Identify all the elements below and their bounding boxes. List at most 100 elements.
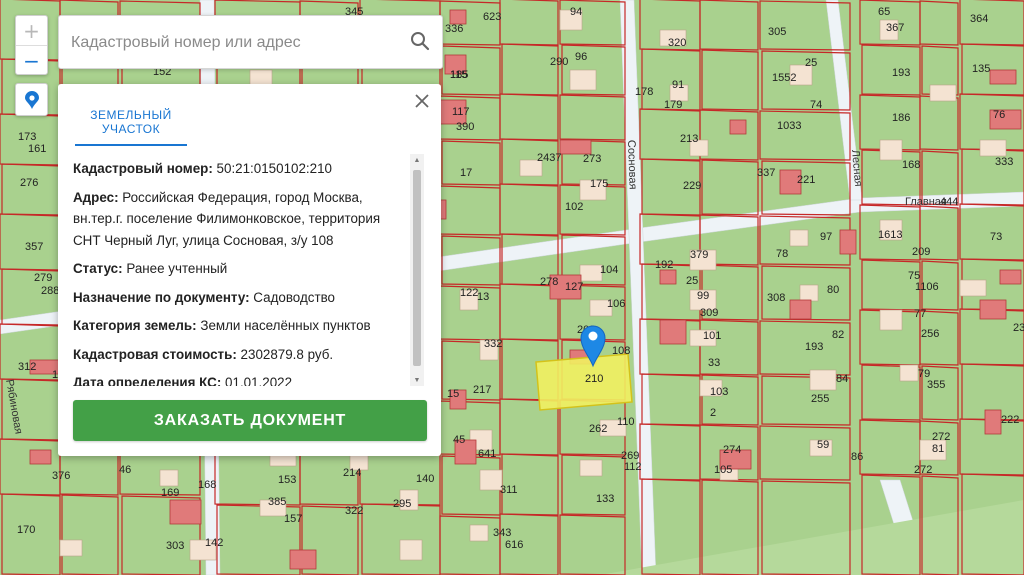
house-footprint [789, 229, 809, 247]
close-button[interactable] [411, 90, 433, 112]
house-footprint [159, 469, 179, 487]
parcel-number-label: 272 [932, 431, 950, 443]
house-footprint [899, 364, 919, 382]
building-footprint [729, 119, 747, 135]
minus-icon: − [23, 48, 40, 73]
parcel-number-label: 209 [912, 246, 930, 258]
parcel-number-label: 192 [655, 259, 673, 271]
parcel-number-label: 80 [827, 284, 839, 296]
parcel-number-label: 77 [914, 308, 926, 320]
zoom-out-button[interactable]: − [16, 45, 47, 75]
house-footprint [879, 139, 903, 161]
status-row: Статус: Ранее учтенный [73, 258, 408, 280]
building-footprint [979, 299, 1007, 320]
parcel-number-label: 272 [914, 464, 932, 476]
parcel-number-label: 33 [708, 357, 720, 369]
parcel-number-label: 357 [25, 241, 43, 253]
parcel-number-label: 274 [723, 444, 741, 456]
parcel-number-label: 96 [575, 51, 587, 63]
parcel-number-label: 59 [817, 439, 829, 451]
selected-parcel-210[interactable] [535, 353, 633, 411]
parcel-number-label: 73 [990, 231, 1002, 243]
parcel-number-label: 623 [483, 11, 501, 23]
parcel-number-label: 312 [18, 361, 36, 373]
parcel-number-label: 2437 [537, 152, 561, 164]
parcel-info-popup: ЗЕМЕЛЬНЫЙ УЧАСТОК Кадастровый номер: 50:… [58, 84, 441, 456]
parcel-number-label: 364 [970, 13, 988, 25]
street-label-sosnovaya: Сосновая [625, 140, 639, 190]
search-icon[interactable] [410, 31, 430, 56]
parcel-number-label: 81 [932, 443, 944, 455]
land-category-row: Категория земель: Земли населённых пункт… [73, 315, 408, 337]
parcel-number-label: 82 [832, 329, 844, 341]
parcel-number-label: 161 [28, 143, 46, 155]
tab-land-parcel[interactable]: ЗЕМЕЛЬНЫЙ УЧАСТОК [75, 108, 187, 136]
parcel-number-label: 1106 [915, 281, 939, 293]
parcel-number-label: 153 [278, 474, 296, 486]
parcel-number-label: 74 [810, 99, 822, 111]
parcel-number-label: 91 [672, 79, 684, 91]
parcel-number-label: 320 [668, 37, 686, 49]
building-footprint [659, 269, 677, 285]
parcel-number-label: 179 [664, 99, 682, 111]
search-input[interactable] [69, 29, 403, 57]
parcel-number-label: 237 [1013, 322, 1024, 334]
parcel-number-label: 101 [703, 330, 721, 342]
parcel-number-label: 385 [268, 496, 286, 508]
scroll-down-icon[interactable]: ▼ [410, 374, 424, 386]
parcel-number-label: 309 [700, 307, 718, 319]
details-scrollbar[interactable]: ▲ ▼ [410, 154, 424, 386]
parcel-number-label: 99 [697, 290, 709, 302]
parcel-number-label: 46 [119, 464, 131, 476]
parcel-number-label: 157 [284, 513, 302, 525]
scrollbar-thumb[interactable] [413, 170, 421, 366]
parcel-number-label: 115 [450, 69, 468, 81]
street-label-glavnaya: Главная [905, 196, 947, 208]
zoom-in-button[interactable]: + [16, 16, 47, 45]
parcel-number-label: 390 [456, 121, 474, 133]
parcel-number-label: 108 [612, 345, 630, 357]
house-footprint [809, 369, 837, 391]
land-category-value: Земли населённых пунктов [200, 318, 371, 333]
parcel-number-label: 229 [683, 180, 701, 192]
parcel-number-label: 105 [714, 464, 732, 476]
parcel-number-label: 13 [477, 291, 489, 303]
parcel-number-label: 308 [767, 292, 785, 304]
parcel-number-label: 173 [18, 131, 36, 143]
parcel-number-label: 217 [473, 384, 491, 396]
map-pin-icon [24, 90, 39, 109]
parcel-number-label: 303 [166, 540, 184, 552]
parcel-number-label: 193 [805, 341, 823, 353]
parcel-number-label: 78 [776, 248, 788, 260]
parcel-number-label: 135 [972, 63, 990, 75]
parcel-number-label: 311 [500, 484, 518, 496]
parcel-number-label: 84 [836, 373, 848, 385]
house-footprint [979, 139, 1007, 157]
field-label: Назначение по документу: [73, 289, 250, 305]
parcel-number-label: 355 [927, 379, 945, 391]
parcel-number-label: 1033 [777, 120, 801, 132]
parcel-number-label: 290 [550, 56, 568, 68]
locate-button[interactable] [15, 83, 48, 116]
address-value: Российская Федерация, город Москва, вн.т… [73, 189, 381, 248]
parcel-number-label: 133 [596, 493, 614, 505]
parcel-number-label: 103 [710, 386, 728, 398]
parcel-number-label: 214 [343, 467, 361, 479]
parcel-number-label: 376 [52, 470, 70, 482]
parcel-number-label: 140 [416, 473, 434, 485]
parcel-number-label: 332 [484, 338, 502, 350]
house-footprint [399, 539, 423, 561]
house-footprint [59, 539, 83, 557]
parcel-number-label: 142 [205, 537, 223, 549]
house-footprint [799, 284, 819, 302]
building-footprint [839, 229, 857, 255]
order-document-button[interactable]: ЗАКАЗАТЬ ДОКУМЕНТ [73, 400, 427, 441]
valuation-date-value: 01.01.2022 [225, 375, 293, 386]
scroll-up-icon[interactable]: ▲ [410, 154, 424, 166]
house-footprint [959, 279, 987, 297]
parcel-number-label: 97 [820, 231, 832, 243]
field-label: Категория земель: [73, 318, 197, 333]
house-footprint [479, 469, 503, 491]
parcel-number-label: 2 [710, 407, 716, 419]
parcel-number-label: 337 [757, 167, 775, 179]
